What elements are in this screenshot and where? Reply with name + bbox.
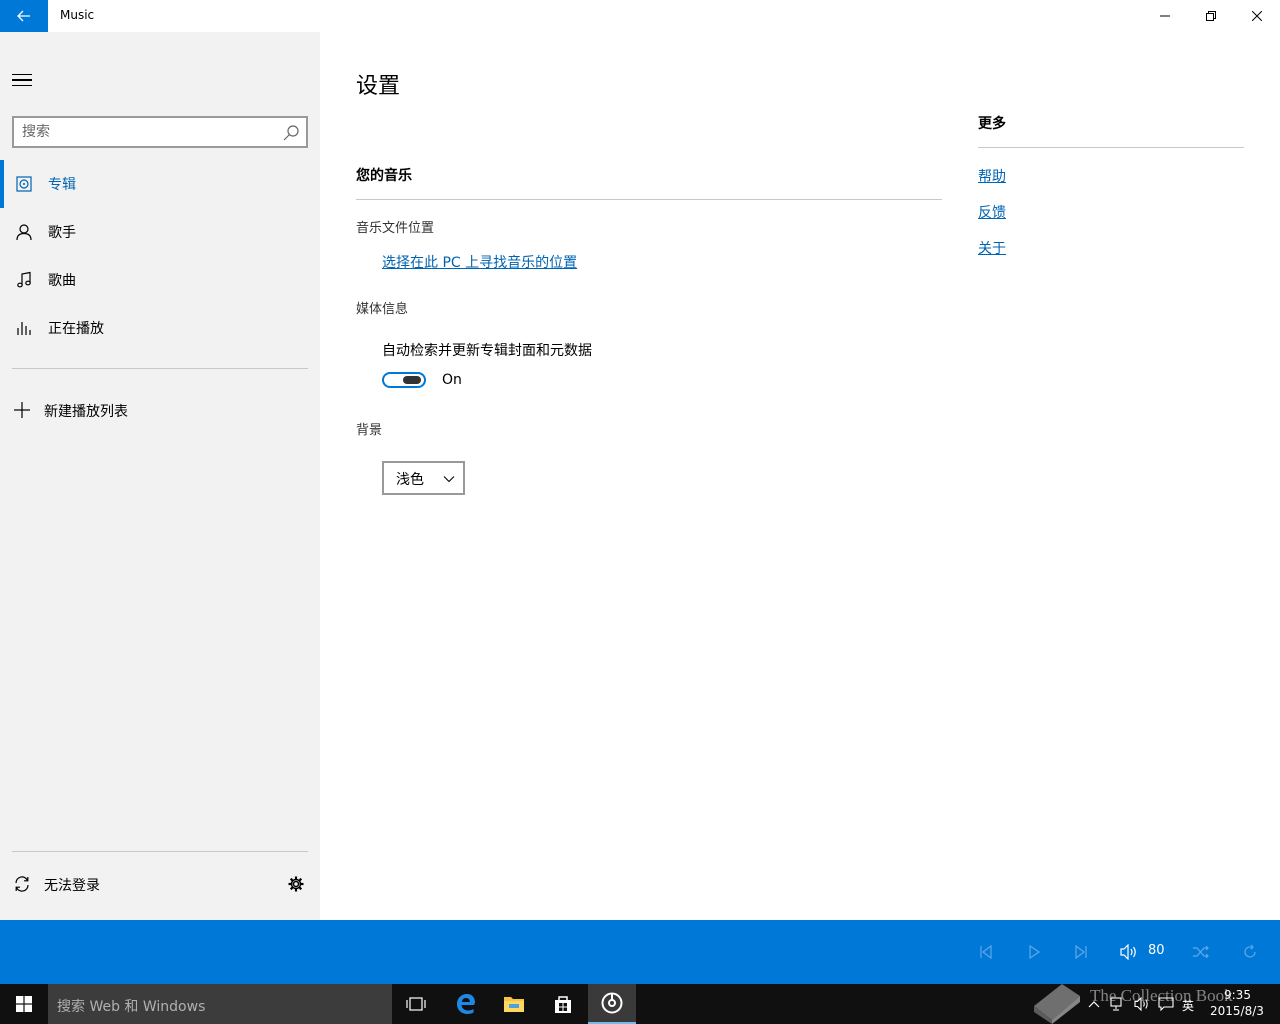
groove-music-icon: [601, 992, 623, 1014]
artist-icon: [14, 222, 34, 242]
taskbar-search-text: 搜索 Web 和 Windows: [57, 999, 206, 1015]
store-icon: [555, 996, 571, 1013]
search-icon[interactable]: [282, 124, 300, 142]
taskbar-edge[interactable]: [442, 984, 490, 1024]
taskbar-music-app[interactable]: [588, 984, 636, 1024]
back-arrow-icon: [17, 10, 30, 22]
auto-update-toggle[interactable]: [382, 372, 426, 388]
feedback-link[interactable]: 反馈: [978, 202, 1006, 222]
volume-level: 80: [1148, 943, 1165, 958]
next-button[interactable]: [1071, 942, 1091, 962]
book-icon: [1034, 984, 1080, 1024]
watermark-text: The Collection Book: [1090, 986, 1233, 1005]
taskbar-search-box[interactable]: 搜索 Web 和 Windows: [48, 984, 392, 1024]
page-title: 设置: [356, 74, 401, 99]
folder-icon: [504, 997, 524, 1012]
search-input[interactable]: [22, 123, 272, 141]
background-label: 背景: [356, 423, 383, 438]
edge-icon: [457, 994, 475, 1014]
active-indicator: [0, 160, 4, 208]
shuffle-button[interactable]: [1191, 942, 1211, 962]
close-icon: [1252, 11, 1262, 21]
new-playlist-label: 新建播放列表: [44, 404, 128, 420]
watermark: The Collection Book: [1028, 974, 1278, 1024]
album-icon: [14, 174, 34, 194]
settings-gear-icon[interactable]: [286, 874, 306, 894]
volume-button[interactable]: [1119, 942, 1139, 962]
previous-button[interactable]: [976, 942, 996, 962]
app-title: Music: [60, 8, 95, 22]
previous-icon: [980, 945, 992, 959]
sidebar-divider: [12, 368, 308, 369]
sidebar-item-label: 歌手: [48, 225, 76, 241]
signin-label: 无法登录: [44, 878, 100, 894]
repeat-icon: [1244, 944, 1256, 958]
chevron-down-icon: [443, 476, 455, 483]
search-box[interactable]: [12, 116, 308, 148]
volume-icon: [1120, 944, 1136, 960]
taskbar-file-explorer[interactable]: [490, 984, 538, 1024]
sidebar-item-label: 正在播放: [48, 321, 104, 337]
media-info-label: 媒体信息: [356, 302, 409, 317]
play-button[interactable]: [1024, 942, 1044, 962]
now-playing-icon: [14, 318, 34, 338]
back-button[interactable]: [0, 0, 48, 32]
sidebar: 专辑 歌手 歌曲 正在播放 新建播放列表 无法登录: [0, 32, 320, 920]
windows-logo-icon: [16, 996, 32, 1012]
section-divider: [356, 199, 942, 200]
close-button[interactable]: [1234, 0, 1280, 32]
minimize-icon: [1160, 15, 1170, 17]
sidebar-item-label: 专辑: [48, 177, 76, 193]
taskbar-store[interactable]: [539, 984, 587, 1024]
minimize-button[interactable]: [1142, 0, 1188, 32]
play-icon: [1029, 945, 1041, 959]
sidebar-item-songs[interactable]: 歌曲: [0, 256, 320, 304]
help-link[interactable]: 帮助: [978, 166, 1006, 186]
next-icon: [1075, 945, 1087, 959]
sync-icon: [12, 874, 32, 894]
about-link[interactable]: 关于: [978, 238, 1006, 258]
restore-button[interactable]: [1188, 0, 1234, 32]
hamburger-menu-button[interactable]: [12, 68, 36, 92]
music-note-icon: [14, 270, 34, 290]
task-view-icon: [406, 997, 426, 1011]
more-heading: 更多: [978, 116, 1006, 132]
your-music-heading: 您的音乐: [356, 168, 412, 184]
shuffle-icon: [1193, 945, 1209, 959]
sidebar-item-artists[interactable]: 歌手: [0, 208, 320, 256]
auto-update-description: 自动检索并更新专辑封面和元数据: [382, 343, 592, 359]
toggle-knob: [403, 376, 421, 384]
task-view-button[interactable]: [392, 984, 440, 1024]
settings-page: 设置 您的音乐 音乐文件位置 选择在此 PC 上寻找音乐的位置 媒体信息 自动检…: [320, 32, 1280, 920]
sidebar-item-albums[interactable]: 专辑: [0, 160, 320, 208]
new-playlist-button[interactable]: 新建播放列表: [0, 386, 320, 434]
background-select[interactable]: 浅色: [382, 461, 465, 495]
sidebar-divider: [12, 851, 308, 852]
toggle-state-label: On: [442, 372, 462, 388]
plus-icon: [12, 400, 32, 420]
more-divider: [978, 147, 1244, 148]
repeat-button[interactable]: [1240, 942, 1260, 962]
title-bar: Music: [0, 0, 1280, 32]
music-location-label: 音乐文件位置: [356, 221, 435, 236]
start-button[interactable]: [0, 984, 48, 1024]
restore-icon: [1206, 11, 1216, 21]
choose-music-location-link[interactable]: 选择在此 PC 上寻找音乐的位置: [382, 252, 577, 272]
background-selected-value: 浅色: [396, 472, 424, 488]
signin-button[interactable]: 无法登录: [0, 860, 320, 908]
sidebar-item-now-playing[interactable]: 正在播放: [0, 304, 320, 352]
sidebar-item-label: 歌曲: [48, 273, 76, 289]
